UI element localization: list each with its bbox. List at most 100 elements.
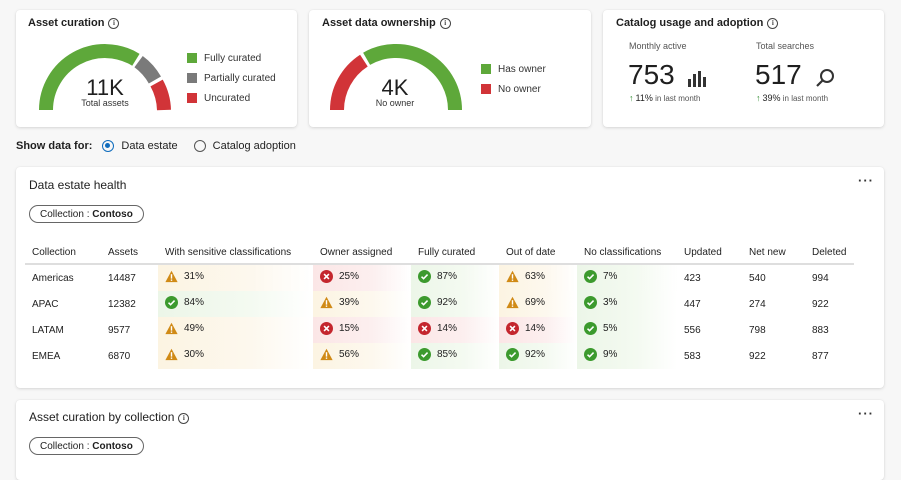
cell-sensitive-value: 31% <box>184 271 205 282</box>
radio-selected-icon[interactable] <box>102 140 115 152</box>
cell-owner-value: 56% <box>339 349 360 360</box>
cell-collection: Americas <box>32 272 74 284</box>
bar-chart-icon <box>688 71 706 87</box>
info-icon[interactable]: i <box>108 18 120 29</box>
column-header-owner-assigned[interactable]: Owner assigned <box>313 241 411 265</box>
collection-filter-pill[interactable]: Collection : Contoso <box>29 205 144 223</box>
cell-outdated-value: 63% <box>525 271 546 282</box>
search-icon <box>816 69 834 87</box>
cell-deleted: 883 <box>812 324 829 336</box>
cell-curated-value: 87% <box>437 271 458 282</box>
info-icon[interactable]: i <box>178 413 190 424</box>
legend-swatch <box>187 73 197 83</box>
cell-owner: 15% <box>313 317 411 343</box>
cell-updated: 556 <box>684 324 701 336</box>
more-options-icon[interactable]: ··· <box>858 406 874 421</box>
radio-data-estate[interactable]: Data estate <box>102 140 178 152</box>
cell-sensitive-value: 49% <box>184 323 205 334</box>
check-circle-icon <box>584 348 603 361</box>
cell-collection: APAC <box>32 298 59 310</box>
column-header-out-of-date[interactable]: Out of date <box>499 241 577 265</box>
check-circle-icon <box>418 348 437 361</box>
cell-owner-value: 39% <box>339 297 360 308</box>
cell-sensitive-value: 30% <box>184 349 205 360</box>
cell-outdated-value: 14% <box>525 323 546 334</box>
column-header-updated[interactable]: Updated <box>677 241 742 265</box>
cell-curated-value: 92% <box>437 297 458 308</box>
data-estate-health-title: Data estate health <box>29 178 127 192</box>
error-circle-icon <box>320 322 339 335</box>
cell-owner: 39% <box>313 291 411 317</box>
cell-curated-value: 14% <box>437 323 458 334</box>
cell-outdated-value: 69% <box>525 297 546 308</box>
cell-sensitive: 31% <box>158 264 313 291</box>
info-icon[interactable]: i <box>767 18 779 29</box>
warning-triangle-icon <box>506 270 525 283</box>
show-data-for-label: Show data for: <box>16 140 93 152</box>
cell-assets: 9577 <box>108 324 131 336</box>
asset-curation-title: Asset curation i <box>28 17 120 29</box>
cell-curated: 14% <box>411 317 499 343</box>
column-header-deleted[interactable]: Deleted <box>805 241 854 265</box>
show-data-for: Show data for: Data estate Catalog adopt… <box>16 140 312 152</box>
cell-collection: LATAM <box>32 324 64 336</box>
arrow-up-icon: ↑ <box>629 93 634 103</box>
more-options-icon[interactable]: ··· <box>858 173 874 188</box>
collection-filter-pill[interactable]: Collection : Contoso <box>29 437 144 455</box>
cell-owner: 25% <box>313 264 411 291</box>
total-searches-delta: ↑ 39% in last month <box>756 93 829 103</box>
column-header-net-new[interactable]: Net new <box>742 241 805 265</box>
cell-sensitive: 49% <box>158 317 313 343</box>
legend-item-fully-curated[interactable]: Fully curated <box>187 48 276 68</box>
legend-item-partially-curated[interactable]: Partially curated <box>187 68 276 88</box>
radio-unselected-icon[interactable] <box>193 140 206 152</box>
cell-owner-value: 25% <box>339 271 360 282</box>
radio-catalog-adoption[interactable]: Catalog adoption <box>193 140 296 152</box>
column-header-assets[interactable]: Assets <box>101 241 158 265</box>
column-header-fully-curated[interactable]: Fully curated <box>411 241 499 265</box>
monthly-active-value: 753 <box>628 59 675 90</box>
legend-item-uncurated[interactable]: Uncurated <box>187 88 276 108</box>
cell-assets: 14487 <box>108 272 136 284</box>
cell-deleted: 877 <box>812 350 829 362</box>
cell-outdated-value: 92% <box>525 349 546 360</box>
cell-noclass: 5% <box>577 317 677 343</box>
cell-noclass: 7% <box>577 264 677 291</box>
legend-item-no-owner[interactable]: No owner <box>481 79 546 99</box>
warning-triangle-icon <box>165 322 184 335</box>
check-circle-icon <box>418 270 437 283</box>
legend-swatch <box>187 93 197 103</box>
asset-ownership-total: 4K <box>381 75 409 100</box>
cell-noclass-value: 3% <box>603 297 618 308</box>
catalog-usage-card: Catalog usage and adoption i Monthly acti… <box>603 10 884 127</box>
cell-noclass-value: 5% <box>603 323 618 334</box>
table-row[interactable]: APAC 12382 84% 39% 92% 69% 3% 447 274 922 <box>25 291 854 317</box>
cell-outdated: 92% <box>499 343 577 369</box>
asset-curation-by-collection-card: Asset curation by collection i ··· Collec… <box>16 400 884 480</box>
asset-ownership-total-label: No owner <box>375 98 415 108</box>
column-header-no-classifications[interactable]: No classifications <box>577 241 677 265</box>
cell-net-new: 922 <box>749 350 766 362</box>
error-circle-icon <box>418 322 437 335</box>
asset-curation-card: Asset curation i 11K Total assets Fully c… <box>16 10 297 127</box>
table-row[interactable]: LATAM 9577 49% 15% 14% 14% 5% 556 798 883 <box>25 317 854 343</box>
arrow-up-icon: ↑ <box>756 93 761 103</box>
cell-updated: 447 <box>684 298 701 310</box>
table-row[interactable]: Americas 14487 31% 25% 87% 63% 7% 423 540 994 <box>25 264 854 291</box>
cell-updated: 423 <box>684 272 701 284</box>
cell-assets: 6870 <box>108 350 131 362</box>
cell-deleted: 922 <box>812 298 829 310</box>
column-header-collection[interactable]: Collection <box>25 241 101 265</box>
warning-triangle-icon <box>320 296 339 309</box>
column-header-sensitive[interactable]: With sensitive classifications <box>158 241 313 265</box>
check-circle-icon <box>506 348 525 361</box>
cell-owner: 56% <box>313 343 411 369</box>
cell-sensitive: 30% <box>158 343 313 369</box>
table-row[interactable]: EMEA 6870 30% 56% 85% 92% 9% 583 922 877 <box>25 343 854 369</box>
warning-triangle-icon <box>165 348 184 361</box>
cell-curated: 92% <box>411 291 499 317</box>
legend-item-has-owner[interactable]: Has owner <box>481 59 546 79</box>
info-icon[interactable]: i <box>439 18 451 29</box>
asset-curation-by-collection-title: Asset curation by collection i <box>29 410 190 424</box>
asset-ownership-card: Asset data ownership i 4K No owner Has ow… <box>309 10 591 127</box>
